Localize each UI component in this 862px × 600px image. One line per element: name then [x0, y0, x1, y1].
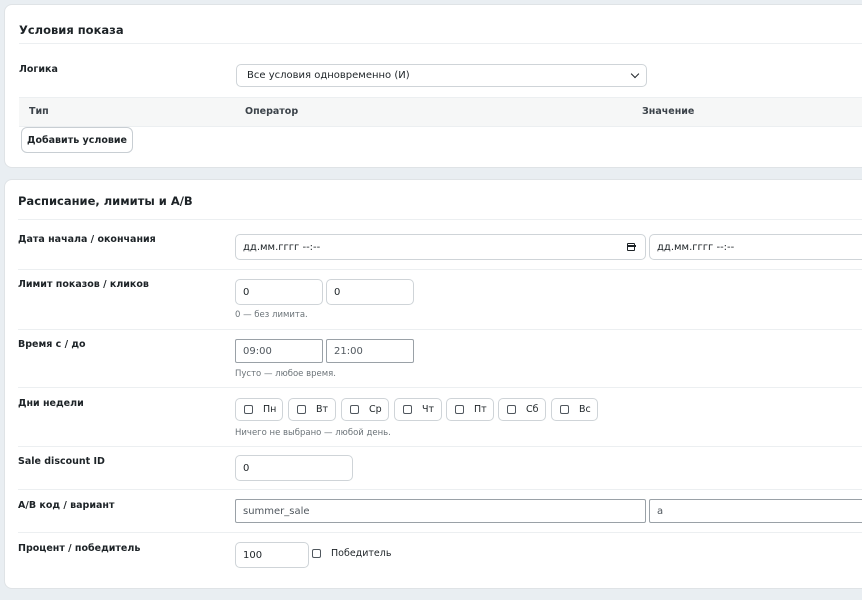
- checkbox[interactable]: [350, 405, 359, 414]
- checkbox[interactable]: [560, 405, 569, 414]
- time-hint: Пусто — любое время.: [235, 369, 336, 379]
- day-label-tue: Вт: [316, 404, 329, 415]
- day-label-sat: Сб: [526, 404, 539, 415]
- date-end-input[interactable]: дд.мм.гггг --:--: [649, 234, 862, 260]
- chevron-down-icon: [630, 69, 640, 79]
- checkbox[interactable]: [403, 405, 412, 414]
- limit-label: Лимит показов / кликов: [18, 279, 149, 290]
- divider: [18, 329, 862, 330]
- percent-label: Процент / победитель: [18, 543, 141, 554]
- limit-clicks-input[interactable]: 0: [326, 279, 414, 305]
- time-to-input[interactable]: 21:00: [326, 339, 414, 363]
- divider: [18, 532, 862, 533]
- calendar-icon[interactable]: [626, 243, 636, 251]
- add-condition-button[interactable]: Добавить условие: [21, 127, 133, 153]
- logic-label: Логика: [19, 64, 58, 75]
- conditions-title: Условия показа: [19, 23, 124, 37]
- ab-code-input[interactable]: summer_sale: [235, 499, 646, 523]
- checkbox[interactable]: [244, 405, 253, 414]
- winner-label: Победитель: [331, 548, 392, 559]
- logic-select-value: Все условия одновременно (И): [247, 70, 410, 81]
- date-end-placeholder: дд.мм.гггг --:--: [657, 241, 735, 253]
- day-label-wed: Ср: [369, 404, 382, 415]
- time-from-input[interactable]: 09:00: [235, 339, 323, 363]
- days-label: Дни недели: [18, 398, 84, 409]
- date-label: Дата начала / окончания: [18, 234, 156, 245]
- winner-checkbox[interactable]: [312, 549, 321, 558]
- day-checkbox-fri[interactable]: Пт: [446, 398, 494, 421]
- ab-variant-input[interactable]: a: [649, 499, 862, 523]
- column-header-value: Значение: [642, 106, 695, 117]
- conditions-panel: Условия показа Логика Все условия одновр…: [4, 4, 862, 168]
- sale-discount-input[interactable]: 0: [235, 455, 353, 481]
- checkbox[interactable]: [455, 405, 464, 414]
- limit-hint: 0 — без лимита.: [235, 310, 308, 320]
- divider: [18, 219, 862, 220]
- day-label-mon: Пн: [263, 404, 277, 415]
- day-checkbox-wed[interactable]: Ср: [341, 398, 389, 421]
- time-label: Время с / до: [18, 339, 86, 350]
- divider: [18, 489, 862, 490]
- date-start-input[interactable]: дд.мм.гггг --:--: [235, 234, 646, 260]
- divider: [18, 269, 862, 270]
- divider: [19, 43, 862, 44]
- checkbox[interactable]: [297, 405, 306, 414]
- divider: [18, 446, 862, 447]
- day-checkbox-tue[interactable]: Вт: [288, 398, 336, 421]
- days-hint: Ничего не выбрано — любой день.: [235, 428, 391, 438]
- conditions-table-header: Тип Оператор Значение: [19, 97, 862, 127]
- day-checkbox-sun[interactable]: Вс: [551, 398, 598, 421]
- logic-select[interactable]: Все условия одновременно (И): [236, 64, 647, 87]
- day-checkbox-mon[interactable]: Пн: [235, 398, 283, 421]
- date-start-placeholder: дд.мм.гггг --:--: [243, 241, 321, 253]
- divider: [18, 387, 862, 388]
- day-checkbox-sat[interactable]: Сб: [498, 398, 546, 421]
- column-header-operator: Оператор: [245, 106, 299, 117]
- day-label-sun: Вс: [579, 404, 591, 415]
- day-label-fri: Пт: [474, 404, 487, 415]
- day-checkbox-thu[interactable]: Чт: [394, 398, 442, 421]
- column-header-type: Тип: [29, 106, 49, 117]
- day-label-thu: Чт: [422, 404, 435, 415]
- sale-discount-label: Sale discount ID: [18, 456, 105, 467]
- ab-label: A/B код / вариант: [18, 500, 115, 511]
- checkbox[interactable]: [507, 405, 516, 414]
- schedule-title: Расписание, лимиты и A/B: [18, 194, 193, 208]
- percent-input[interactable]: 100: [235, 542, 309, 568]
- limit-impressions-input[interactable]: 0: [235, 279, 323, 305]
